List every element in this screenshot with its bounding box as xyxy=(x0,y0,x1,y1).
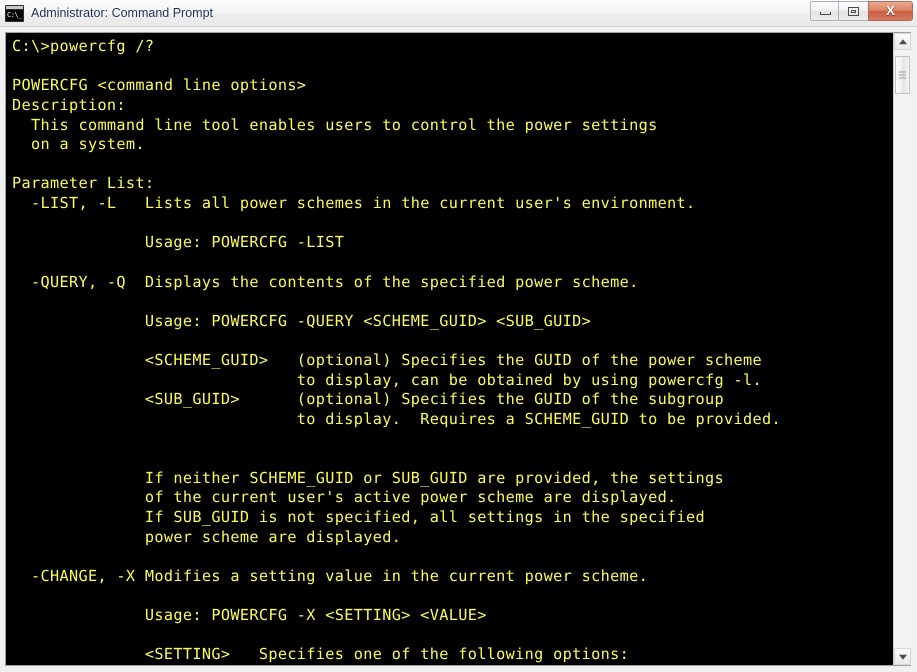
title-bar-left: C:\_ Administrator: Command Prompt xyxy=(0,4,214,22)
command-prompt-window: C:\_ Administrator: Command Prompt X C:\… xyxy=(0,0,917,672)
client-area: C:\>powercfg /? POWERCFG <command line o… xyxy=(0,27,917,672)
console-scrollbar[interactable] xyxy=(893,33,911,665)
scrollbar-thumb-grip-icon xyxy=(899,71,906,79)
minimize-button[interactable] xyxy=(810,1,839,21)
minimize-icon xyxy=(820,12,831,15)
restore-icon xyxy=(848,7,859,16)
chevron-down-icon xyxy=(898,654,907,660)
console-icon-body: C:\_ xyxy=(6,9,23,21)
chevron-up-icon xyxy=(898,38,907,44)
scroll-up-arrow-icon[interactable] xyxy=(894,33,911,50)
scrollbar-track[interactable] xyxy=(894,50,911,648)
restore-icon-inner xyxy=(851,10,856,13)
console-screen[interactable]: C:\>powercfg /? POWERCFG <command line o… xyxy=(6,33,893,665)
console-output-text: C:\>powercfg /? POWERCFG <command line o… xyxy=(12,37,781,664)
window-title: Administrator: Command Prompt xyxy=(31,6,214,20)
close-icon: X xyxy=(886,3,895,18)
restore-button[interactable] xyxy=(839,1,868,21)
console-icon: C:\_ xyxy=(5,4,24,22)
scroll-down-arrow-icon[interactable] xyxy=(894,648,911,665)
close-button[interactable]: X xyxy=(868,1,913,21)
scrollbar-thumb[interactable] xyxy=(895,56,910,94)
title-bar[interactable]: C:\_ Administrator: Command Prompt X xyxy=(0,0,917,27)
console-frame: C:\>powercfg /? POWERCFG <command line o… xyxy=(5,32,911,666)
window-controls: X xyxy=(810,1,913,23)
